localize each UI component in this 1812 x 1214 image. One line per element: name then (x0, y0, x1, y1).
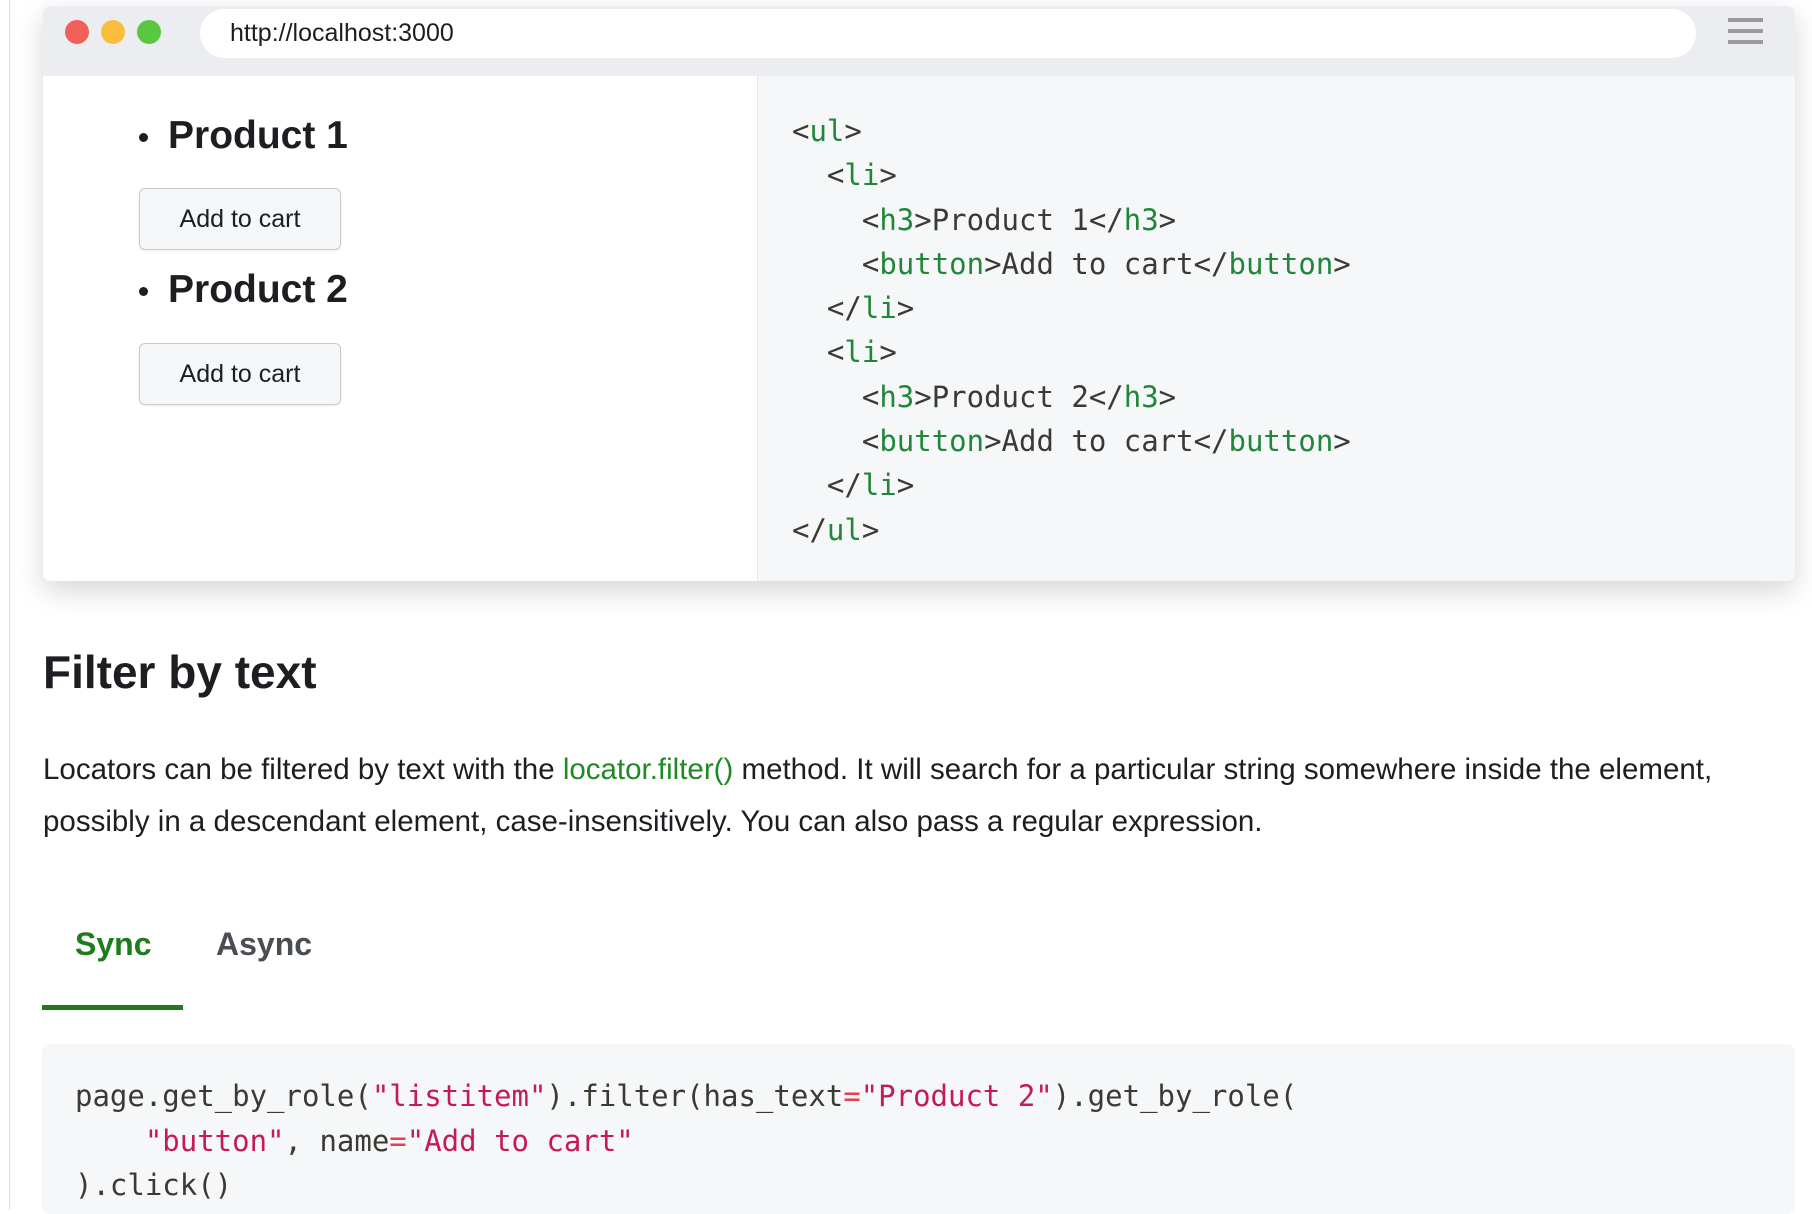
code-text: ).get_by_role( (1052, 1079, 1298, 1113)
code-text: , name (284, 1123, 390, 1158)
code-operator: = (843, 1079, 861, 1113)
code-line: <ul> (792, 109, 1351, 153)
code-tag: button (1228, 246, 1334, 281)
code-line: <h3>Product 1</h3> (792, 198, 1351, 242)
code-line: <li> (792, 153, 1351, 197)
code-text: > (896, 468, 915, 503)
code-text: >Product 2</ (914, 379, 1124, 414)
code-text: < (792, 114, 810, 148)
bullet-icon (139, 287, 148, 297)
code-line: </ul> (792, 508, 1351, 552)
code-text: </ (792, 512, 827, 547)
code-text: ).click() (75, 1168, 233, 1202)
code-text: page.get_by_role( (75, 1079, 372, 1113)
code-text: >Add to cart</ (984, 246, 1229, 281)
code-text: > (1333, 424, 1351, 459)
code-string: "Product 2" (860, 1079, 1053, 1113)
product-title: Product 2 (168, 268, 348, 311)
code-tag: h3 (1123, 379, 1159, 414)
address-bar[interactable]: http://localhost:3000 (200, 9, 1696, 58)
code-text: > (879, 158, 897, 193)
browser-window: http://localhost:3000 Product 1 Add to c… (43, 6, 1795, 581)
code-tag: ul (826, 512, 862, 547)
code-text: < (792, 379, 880, 414)
code-line: ).click() (75, 1163, 1297, 1208)
product-heading-2: Product 2 (139, 268, 348, 312)
code-tag: li (844, 158, 880, 193)
code-text: < (792, 424, 880, 459)
section-title: Filter by text (43, 646, 317, 698)
code-tag: ul (809, 114, 845, 148)
code-text: > (879, 335, 897, 370)
code-text: > (844, 114, 862, 148)
description-text: Locators can be filtered by text with th… (43, 753, 563, 786)
code-text: </ (792, 291, 862, 326)
page-left-border (9, 0, 10, 1210)
python-code: page.get_by_role("listitem").filter(has_… (75, 1074, 1297, 1208)
code-tag: h3 (1123, 202, 1159, 237)
code-string: "listitem" (371, 1079, 547, 1113)
code-string: "Add to cart" (406, 1123, 634, 1158)
code-text: > (1158, 202, 1177, 237)
code-line: <button>Add to cart</button> (792, 242, 1351, 286)
code-tag: h3 (879, 379, 915, 414)
code-text: < (792, 246, 880, 281)
browser-titlebar: http://localhost:3000 (43, 6, 1795, 76)
code-text: > (861, 512, 880, 547)
html-code: <ul> <li> <h3>Product 1</h3> <button>Add… (792, 109, 1351, 552)
code-text: < (792, 158, 845, 193)
code-text: > (1158, 379, 1177, 414)
code-line: </li> (792, 463, 1351, 507)
code-tag: h3 (879, 202, 915, 237)
code-text: >Add to cart</ (984, 424, 1229, 459)
code-line: <button>Add to cart</button> (792, 419, 1351, 463)
code-tag: li (861, 291, 897, 326)
code-text: > (1333, 246, 1351, 281)
tab-sync[interactable]: Sync (75, 926, 151, 963)
minimize-window-dot[interactable] (101, 20, 125, 44)
code-tag: button (1228, 424, 1334, 459)
code-text: </ (792, 468, 862, 503)
code-text: ).filter(has_text (546, 1079, 844, 1113)
add-to-cart-button-1[interactable]: Add to cart (139, 188, 341, 250)
add-to-cart-button-2[interactable]: Add to cart (139, 343, 341, 405)
code-tag: button (879, 246, 985, 281)
code-text: >Product 1</ (914, 202, 1124, 237)
code-text: > (896, 291, 915, 326)
hamburger-menu-icon[interactable] (1728, 18, 1763, 51)
code-string: "button" (144, 1123, 285, 1158)
python-code-block: page.get_by_role("listitem").filter(has_… (42, 1044, 1795, 1214)
code-tag: button (879, 424, 985, 459)
code-tag: li (844, 335, 880, 370)
code-operator: = (389, 1123, 407, 1158)
code-line: <h3>Product 2</h3> (792, 375, 1351, 419)
code-line: page.get_by_role("listitem").filter(has_… (75, 1074, 1297, 1119)
close-window-dot[interactable] (65, 20, 89, 44)
code-line: "button", name="Add to cart" (75, 1119, 1297, 1164)
code-tag: li (861, 468, 897, 503)
active-tab-indicator (42, 1005, 183, 1010)
rendered-preview: Product 1 Add to cart Product 2 Add to c… (43, 76, 757, 581)
code-text: < (792, 335, 845, 370)
bullet-icon (139, 133, 148, 143)
code-text: < (792, 202, 880, 237)
code-line: <li> (792, 330, 1351, 374)
tab-async[interactable]: Async (216, 926, 312, 963)
html-source-pane: <ul> <li> <h3>Product 1</h3> <button>Add… (757, 76, 1795, 581)
product-title: Product 1 (168, 114, 348, 157)
code-line: </li> (792, 286, 1351, 330)
locator-filter-link[interactable]: locator.filter() (563, 753, 734, 786)
product-heading-1: Product 1 (139, 114, 348, 158)
maximize-window-dot[interactable] (137, 20, 161, 44)
section-description: Locators can be filtered by text with th… (43, 744, 1793, 848)
